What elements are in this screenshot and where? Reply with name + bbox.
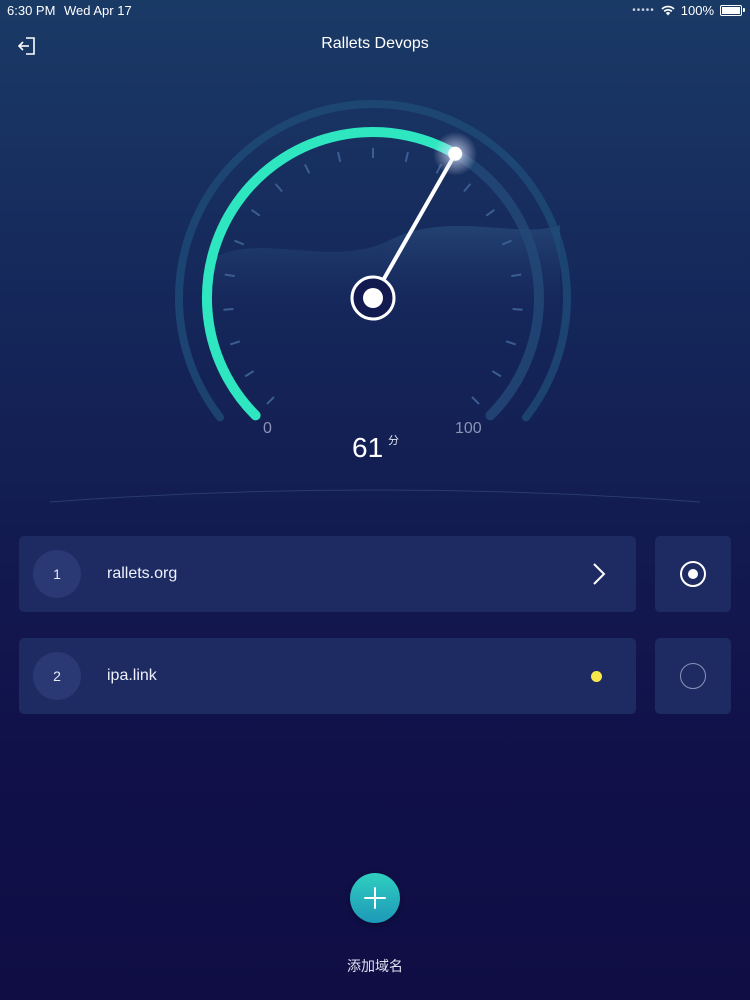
horizon-line [49, 489, 701, 503]
gauge-tick [251, 208, 261, 217]
score-value: 61 [352, 432, 384, 463]
gauge-tick [505, 340, 517, 346]
add-domain-label[interactable]: 添加域名 [0, 956, 750, 976]
domain-row-1[interactable]: 1 rallets.org [19, 536, 636, 612]
gauge-min-label: 0 [263, 420, 272, 437]
gauge-tick [229, 340, 241, 346]
gauge-tick [274, 183, 283, 193]
gauge-tick [485, 208, 495, 217]
gauge-tick [491, 370, 502, 378]
radio-selected-icon[interactable] [680, 561, 706, 587]
gauge-max-label: 100 [455, 420, 482, 437]
gauge-tick [463, 183, 472, 193]
chevron-right-icon[interactable] [592, 562, 606, 586]
domain-select-2[interactable] [655, 638, 731, 714]
domain-index: 1 [33, 550, 81, 598]
gauge-tick [244, 370, 255, 378]
gauge-tick [404, 151, 409, 163]
gauge-tick [234, 239, 245, 246]
gauge-tick [471, 396, 480, 405]
add-domain-button[interactable] [350, 873, 400, 923]
gauge-tick [337, 151, 342, 163]
score-unit: 分 [388, 435, 399, 447]
needle-hub [363, 288, 383, 308]
domain-index: 2 [33, 652, 81, 700]
domain-select-1[interactable] [655, 536, 731, 612]
gauge-tick [266, 396, 275, 405]
gauge-tick [512, 308, 523, 311]
domain-name: rallets.org [107, 565, 178, 582]
domain-row-2[interactable]: 2 ipa.link [19, 638, 636, 714]
domain-name: ipa.link [107, 667, 157, 684]
radio-unselected-icon[interactable] [680, 663, 706, 689]
gauge-tick [304, 163, 311, 174]
gauge-tick [223, 308, 234, 311]
needle-tip [448, 146, 463, 161]
status-dot [591, 671, 602, 682]
